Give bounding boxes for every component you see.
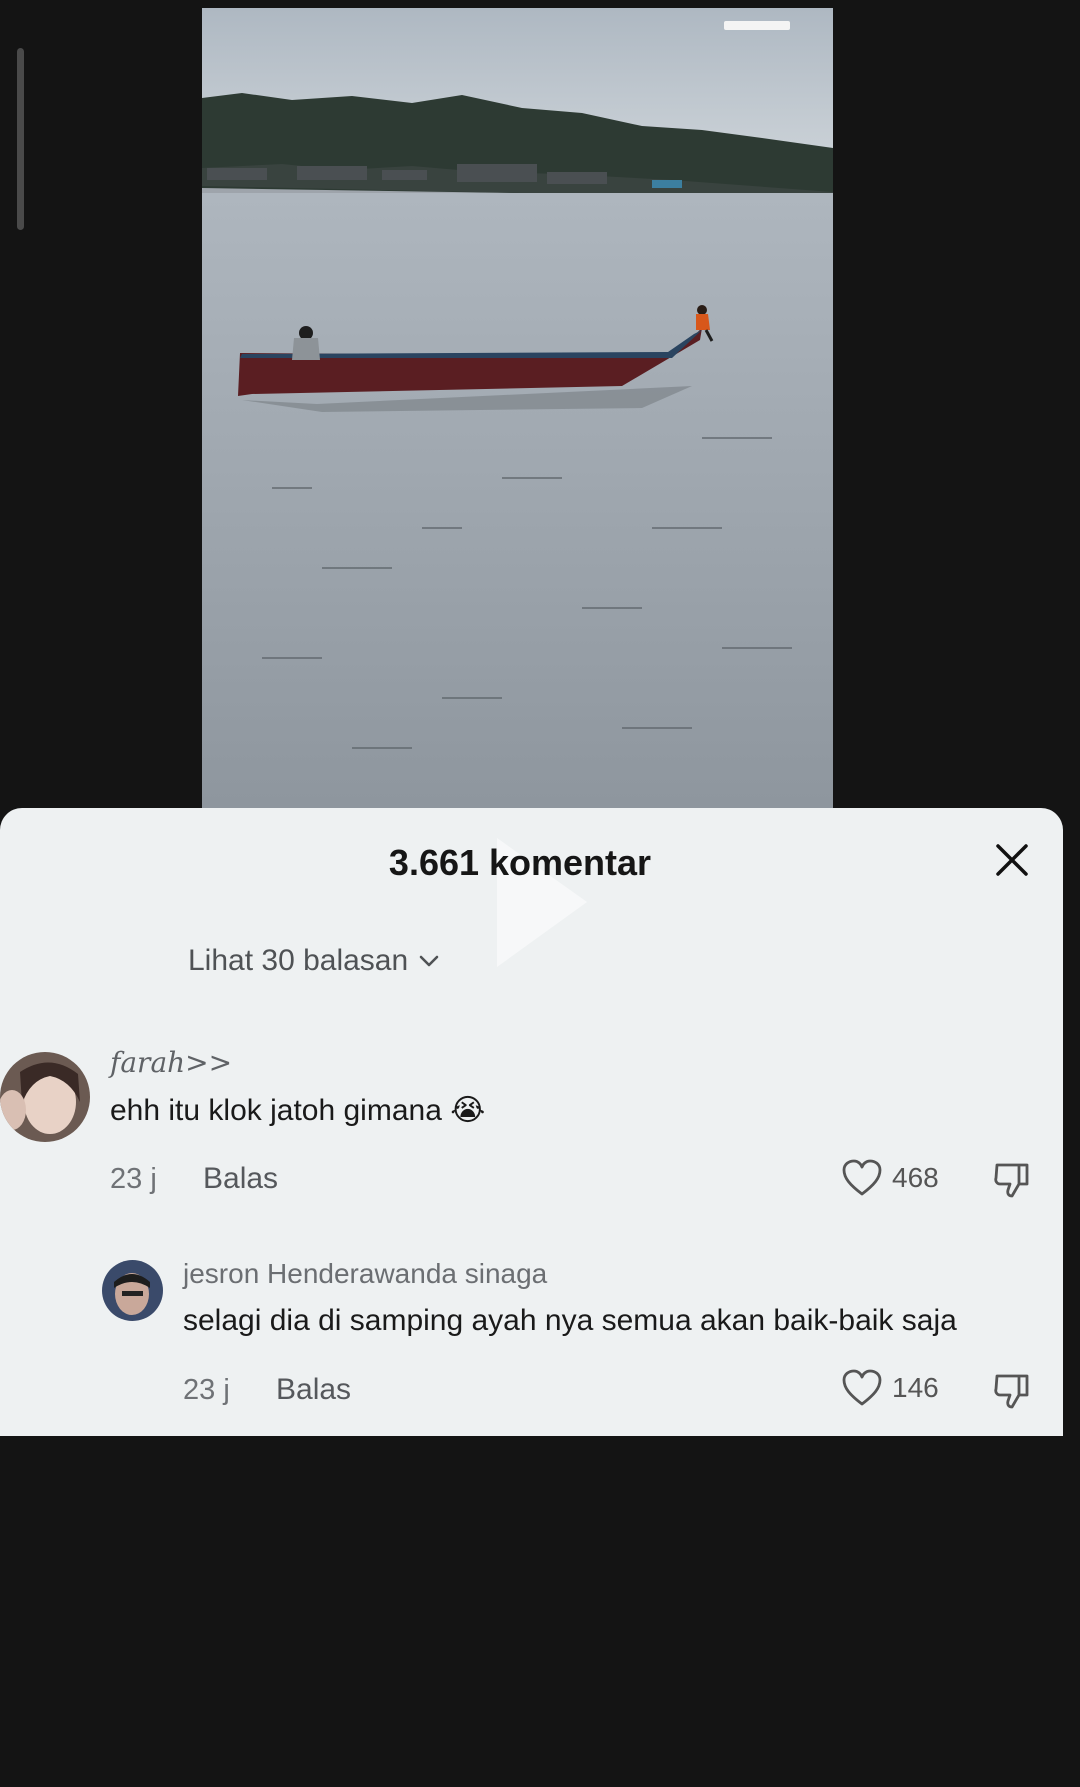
heart-icon: [842, 1369, 882, 1406]
heart-icon: [842, 1159, 882, 1196]
chevron-down-icon: [419, 955, 439, 967]
reply-button[interactable]: Balas: [276, 1373, 351, 1407]
avatar[interactable]: [0, 1052, 90, 1142]
like-count: 146: [892, 1372, 939, 1403]
video-frame: [202, 8, 833, 808]
view-replies-button[interactable]: Lihat 30 balasan: [188, 944, 440, 978]
comment-text: ehh itu klok jatoh gimana 😭: [110, 1094, 486, 1127]
view-replies-label: Lihat 30 balasan: [188, 944, 409, 977]
comment-username[interactable]: jesron Henderawanda sinaga: [183, 1258, 547, 1290]
video-player[interactable]: [202, 8, 833, 808]
like-count: 468: [892, 1162, 939, 1193]
scroll-indicator[interactable]: [17, 48, 24, 230]
comment-text: selagi dia di samping ayah nya semua aka…: [183, 1304, 957, 1337]
like-button[interactable]: 468: [840, 1158, 939, 1198]
comments-title: 3.661 komentar: [388, 842, 652, 883]
video-handle: [724, 21, 790, 30]
comment-time: 23 j: [110, 1163, 157, 1195]
avatar[interactable]: [102, 1260, 163, 1321]
close-icon[interactable]: [992, 840, 1032, 880]
reply-button[interactable]: Balas: [203, 1162, 278, 1196]
thumbs-down-icon[interactable]: [992, 1371, 1032, 1411]
comment-username[interactable]: farah>>: [110, 1046, 232, 1079]
like-button[interactable]: 146: [840, 1368, 939, 1408]
comment-time: 23 j: [183, 1374, 230, 1406]
comments-sheet: 3.661 komentar Lihat 30 balasan farah>> …: [0, 808, 1063, 1436]
thumbs-down-icon[interactable]: [992, 1160, 1032, 1200]
